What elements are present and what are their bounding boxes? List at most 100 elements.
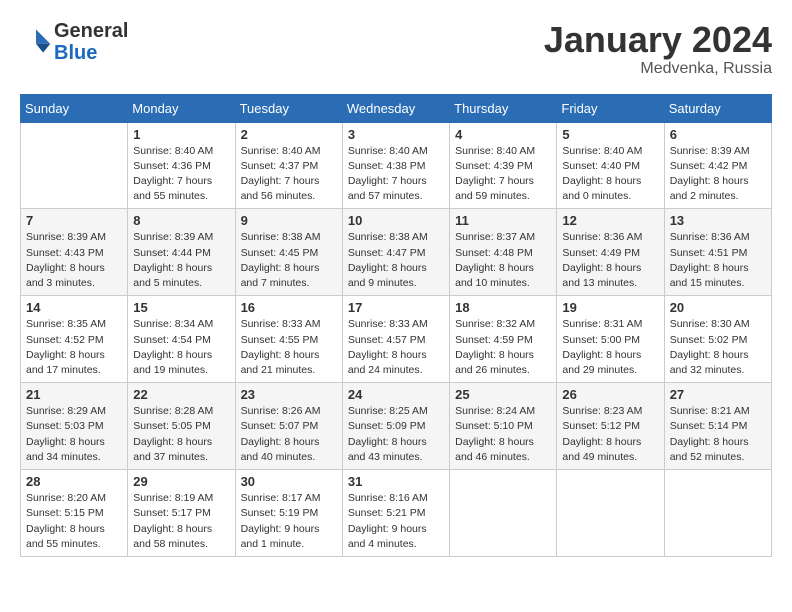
weekday-header-row: SundayMondayTuesdayWednesdayThursdayFrid… — [21, 94, 772, 122]
day-info: Sunrise: 8:20 AMSunset: 5:15 PMDaylight:… — [26, 491, 122, 552]
page-header: General Blue January 2024 Medvenka, Russ… — [20, 20, 772, 78]
day-number: 8 — [133, 213, 229, 228]
calendar-cell: 28 Sunrise: 8:20 AMSunset: 5:15 PMDayligh… — [21, 470, 128, 557]
calendar-week-row: 14 Sunrise: 8:35 AMSunset: 4:52 PMDayligh… — [21, 296, 772, 383]
day-number: 28 — [26, 474, 122, 489]
calendar-cell — [557, 470, 664, 557]
calendar-cell: 12Sunrise: 8:36 AMSunset: 4:49 PMDayligh… — [557, 209, 664, 296]
calendar-cell: 4 Sunrise: 8:40 AMSunset: 4:39 PMDaylight… — [450, 122, 557, 209]
day-info: Sunrise: 8:39 AMSunset: 4:44 PMDaylight:… — [133, 230, 229, 291]
day-info: Sunrise: 8:23 AMSunset: 5:12 PMDaylight:… — [562, 404, 658, 465]
day-info: Sunrise: 8:31 AMSunset: 5:00 PMDaylight:… — [562, 317, 658, 378]
calendar-cell: 10Sunrise: 8:38 AMSunset: 4:47 PMDayligh… — [342, 209, 449, 296]
weekday-header-cell: Friday — [557, 94, 664, 122]
day-info: Sunrise: 8:39 AMSunset: 4:43 PMDaylight:… — [26, 230, 122, 291]
weekday-header-cell: Thursday — [450, 94, 557, 122]
calendar-cell — [21, 122, 128, 209]
calendar-cell: 13Sunrise: 8:36 AMSunset: 4:51 PMDayligh… — [664, 209, 771, 296]
day-info: Sunrise: 8:33 AMSunset: 4:57 PMDaylight:… — [348, 317, 444, 378]
calendar-cell: 14 Sunrise: 8:35 AMSunset: 4:52 PMDayligh… — [21, 296, 128, 383]
logo-blue: Blue — [54, 42, 97, 64]
day-info: Sunrise: 8:29 AMSunset: 5:03 PMDaylight:… — [26, 404, 122, 465]
calendar-cell: 8 Sunrise: 8:39 AMSunset: 4:44 PMDaylight… — [128, 209, 235, 296]
calendar-cell: 5 Sunrise: 8:40 AMSunset: 4:40 PMDaylight… — [557, 122, 664, 209]
logo-general: General — [54, 20, 128, 42]
calendar-table: SundayMondayTuesdayWednesdayThursdayFrid… — [20, 94, 772, 557]
day-number: 30 — [241, 474, 337, 489]
weekday-header-cell: Wednesday — [342, 94, 449, 122]
day-info: Sunrise: 8:38 AMSunset: 4:45 PMDaylight:… — [241, 230, 337, 291]
weekday-header-cell: Sunday — [21, 94, 128, 122]
day-info: Sunrise: 8:35 AMSunset: 4:52 PMDaylight:… — [26, 317, 122, 378]
calendar-cell: 9 Sunrise: 8:38 AMSunset: 4:45 PMDaylight… — [235, 209, 342, 296]
calendar-cell: 31 Sunrise: 8:16 AMSunset: 5:21 PMDayligh… — [342, 470, 449, 557]
day-info: Sunrise: 8:40 AMSunset: 4:36 PMDaylight:… — [133, 144, 229, 205]
calendar-cell: 1Sunrise: 8:40 AMSunset: 4:36 PMDaylight… — [128, 122, 235, 209]
day-number: 17 — [348, 300, 444, 315]
day-info: Sunrise: 8:19 AMSunset: 5:17 PMDaylight:… — [133, 491, 229, 552]
day-info: Sunrise: 8:28 AMSunset: 5:05 PMDaylight:… — [133, 404, 229, 465]
day-info: Sunrise: 8:26 AMSunset: 5:07 PMDaylight:… — [241, 404, 337, 465]
title-block: January 2024 Medvenka, Russia — [544, 20, 772, 78]
day-number: 11 — [455, 213, 551, 228]
sub-title: Medvenka, Russia — [544, 60, 772, 78]
calendar-cell: 30 Sunrise: 8:17 AMSunset: 5:19 PMDayligh… — [235, 470, 342, 557]
calendar-cell: 2Sunrise: 8:40 AMSunset: 4:37 PMDaylight… — [235, 122, 342, 209]
day-number: 20 — [670, 300, 766, 315]
calendar-cell: 16 Sunrise: 8:33 AMSunset: 4:55 PMDayligh… — [235, 296, 342, 383]
day-info: Sunrise: 8:33 AMSunset: 4:55 PMDaylight:… — [241, 317, 337, 378]
day-number: 6 — [670, 127, 766, 142]
calendar-cell: 23 Sunrise: 8:26 AMSunset: 5:07 PMDayligh… — [235, 383, 342, 470]
calendar-week-row: 28 Sunrise: 8:20 AMSunset: 5:15 PMDayligh… — [21, 470, 772, 557]
day-info: Sunrise: 8:40 AMSunset: 4:39 PMDaylight:… — [455, 144, 551, 205]
day-number: 31 — [348, 474, 444, 489]
day-number: 14 — [26, 300, 122, 315]
calendar-cell: 24 Sunrise: 8:25 AMSunset: 5:09 PMDayligh… — [342, 383, 449, 470]
calendar-cell: 22 Sunrise: 8:28 AMSunset: 5:05 PMDayligh… — [128, 383, 235, 470]
day-info: Sunrise: 8:39 AMSunset: 4:42 PMDaylight:… — [670, 144, 766, 205]
calendar-cell: 25 Sunrise: 8:24 AMSunset: 5:10 PMDayligh… — [450, 383, 557, 470]
calendar-cell: 17 Sunrise: 8:33 AMSunset: 4:57 PMDayligh… — [342, 296, 449, 383]
day-info: Sunrise: 8:16 AMSunset: 5:21 PMDaylight:… — [348, 491, 444, 552]
day-number: 5 — [562, 127, 658, 142]
day-number: 26 — [562, 387, 658, 402]
day-info: Sunrise: 8:34 AMSunset: 4:54 PMDaylight:… — [133, 317, 229, 378]
day-info: Sunrise: 8:21 AMSunset: 5:14 PMDaylight:… — [670, 404, 766, 465]
calendar-cell: 15 Sunrise: 8:34 AMSunset: 4:54 PMDayligh… — [128, 296, 235, 383]
day-number: 25 — [455, 387, 551, 402]
calendar-cell: 27Sunrise: 8:21 AMSunset: 5:14 PMDayligh… — [664, 383, 771, 470]
weekday-header-cell: Tuesday — [235, 94, 342, 122]
day-number: 7 — [26, 213, 122, 228]
calendar-week-row: 1Sunrise: 8:40 AMSunset: 4:36 PMDaylight… — [21, 122, 772, 209]
day-number: 29 — [133, 474, 229, 489]
day-info: Sunrise: 8:24 AMSunset: 5:10 PMDaylight:… — [455, 404, 551, 465]
logo-icon — [20, 26, 52, 58]
logo-text: General Blue — [54, 20, 128, 64]
day-number: 2 — [241, 127, 337, 142]
day-info: Sunrise: 8:17 AMSunset: 5:19 PMDaylight:… — [241, 491, 337, 552]
day-info: Sunrise: 8:40 AMSunset: 4:40 PMDaylight:… — [562, 144, 658, 205]
day-number: 15 — [133, 300, 229, 315]
calendar-cell: 21Sunrise: 8:29 AMSunset: 5:03 PMDayligh… — [21, 383, 128, 470]
weekday-header-cell: Saturday — [664, 94, 771, 122]
day-info: Sunrise: 8:30 AMSunset: 5:02 PMDaylight:… — [670, 317, 766, 378]
day-number: 24 — [348, 387, 444, 402]
weekday-header-cell: Monday — [128, 94, 235, 122]
day-info: Sunrise: 8:36 AMSunset: 4:51 PMDaylight:… — [670, 230, 766, 291]
day-number: 22 — [133, 387, 229, 402]
day-info: Sunrise: 8:36 AMSunset: 4:49 PMDaylight:… — [562, 230, 658, 291]
day-number: 23 — [241, 387, 337, 402]
day-info: Sunrise: 8:25 AMSunset: 5:09 PMDaylight:… — [348, 404, 444, 465]
calendar-cell: 11 Sunrise: 8:37 AMSunset: 4:48 PMDayligh… — [450, 209, 557, 296]
day-info: Sunrise: 8:37 AMSunset: 4:48 PMDaylight:… — [455, 230, 551, 291]
calendar-week-row: 7 Sunrise: 8:39 AMSunset: 4:43 PMDaylight… — [21, 209, 772, 296]
day-number: 9 — [241, 213, 337, 228]
calendar-cell: 18Sunrise: 8:32 AMSunset: 4:59 PMDayligh… — [450, 296, 557, 383]
day-number: 4 — [455, 127, 551, 142]
calendar-cell — [664, 470, 771, 557]
day-info: Sunrise: 8:38 AMSunset: 4:47 PMDaylight:… — [348, 230, 444, 291]
calendar-week-row: 21Sunrise: 8:29 AMSunset: 5:03 PMDayligh… — [21, 383, 772, 470]
day-info: Sunrise: 8:32 AMSunset: 4:59 PMDaylight:… — [455, 317, 551, 378]
calendar-body: 1Sunrise: 8:40 AMSunset: 4:36 PMDaylight… — [21, 122, 772, 556]
day-number: 16 — [241, 300, 337, 315]
